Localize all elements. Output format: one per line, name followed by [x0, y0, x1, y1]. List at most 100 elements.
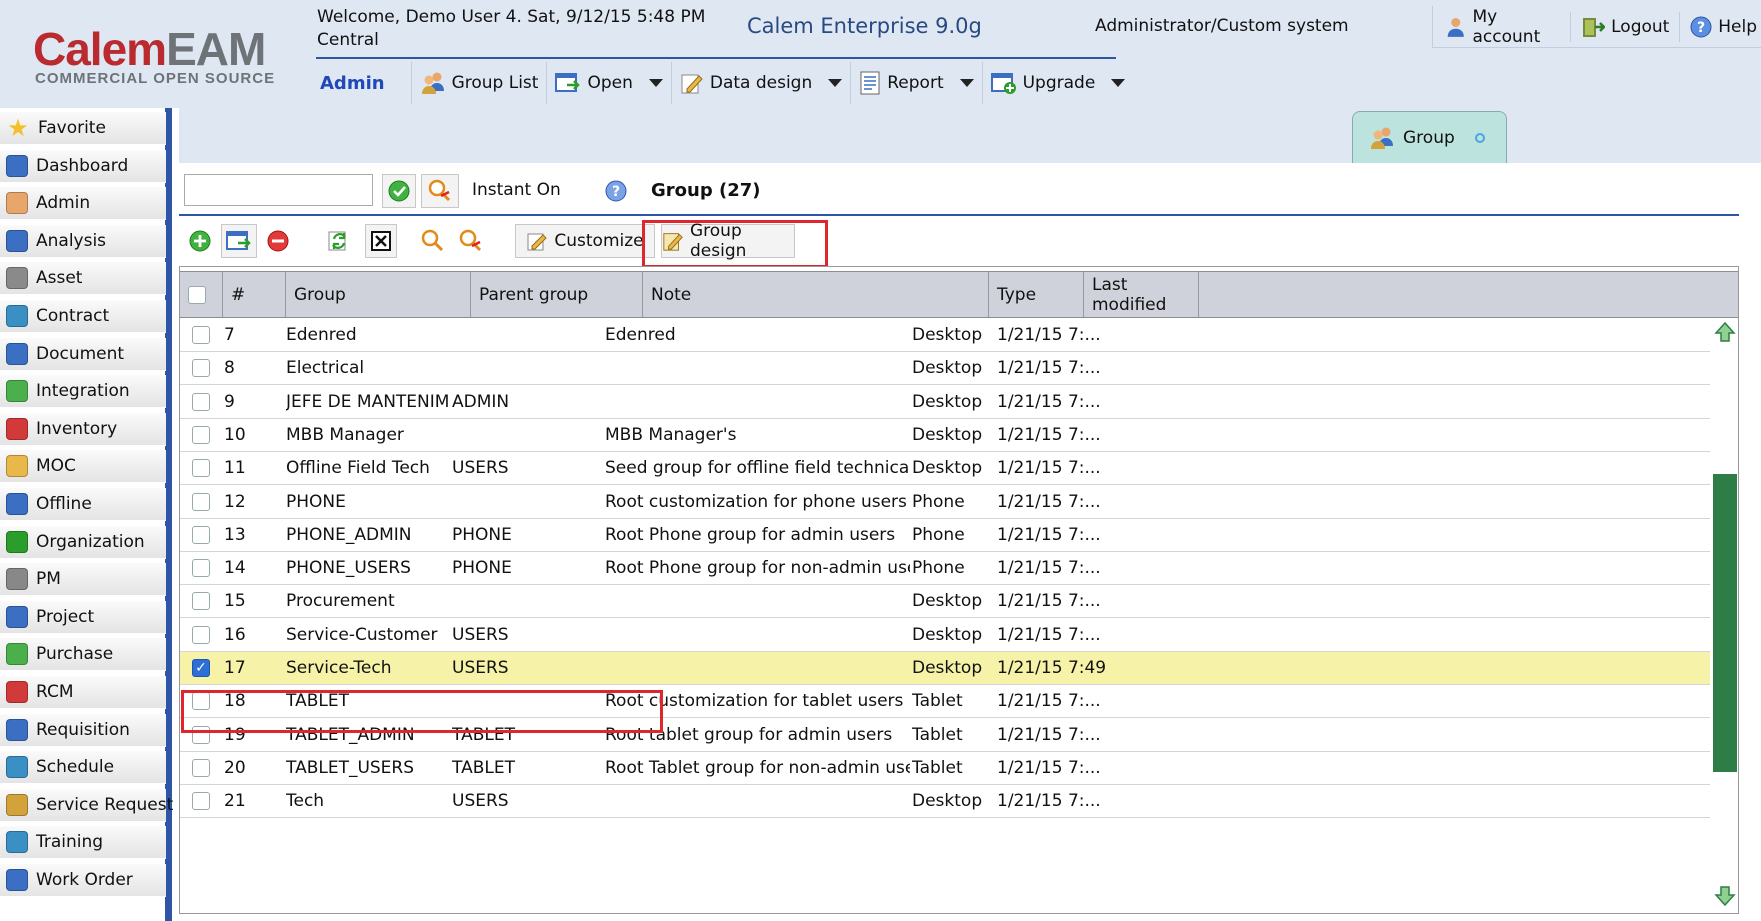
row-checkbox[interactable] [192, 792, 210, 811]
row-checkbox-cell[interactable] [192, 452, 216, 484]
table-row[interactable]: 19 TABLET_ADMIN TABLET Root tablet group fo… [180, 719, 1710, 752]
instant-on-toggle[interactable]: Instant On [472, 180, 561, 200]
row-checkbox-cell[interactable] [192, 719, 216, 751]
sidebar-item-purchase[interactable]: Purchase [0, 638, 166, 672]
col-header-last-modified[interactable]: Last modified [1084, 272, 1199, 317]
logout-link[interactable]: Logout [1577, 15, 1673, 39]
help-link[interactable]: ? Help [1686, 16, 1761, 38]
sidebar-item-project[interactable]: Project [0, 600, 166, 634]
search-clear-button[interactable] [421, 174, 459, 208]
sidebar-item-integration[interactable]: Integration [0, 375, 166, 409]
row-checkbox-cell[interactable] [192, 419, 216, 451]
table-row[interactable]: 20 TABLET_USERS TABLET Root Tablet group fo… [180, 752, 1710, 785]
row-checkbox[interactable] [192, 425, 210, 444]
sidebar-item-document[interactable]: Document [0, 337, 166, 371]
add-button[interactable] [185, 224, 215, 258]
row-checkbox[interactable] [192, 525, 210, 544]
sidebar-item-moc[interactable]: MOC [0, 450, 166, 484]
table-row[interactable]: 13 PHONE_ADMIN PHONE Root Phone group for a… [180, 519, 1710, 552]
sidebar-item-favorite[interactable]: ★ Favorite [0, 112, 166, 145]
open-menu[interactable]: Open [546, 62, 670, 104]
row-checkbox-cell[interactable] [192, 319, 216, 351]
scroll-up-icon[interactable] [1714, 321, 1736, 343]
table-row[interactable]: 8 Electrical Desktop 1/21/15 7:... [180, 352, 1710, 386]
sidebar-item-asset[interactable]: Asset [0, 262, 166, 296]
scroll-down-icon[interactable] [1714, 885, 1736, 907]
row-checkbox[interactable] [192, 625, 210, 644]
row-checkbox[interactable] [192, 492, 210, 511]
row-checkbox[interactable] [192, 725, 210, 744]
row-checkbox-cell[interactable] [192, 386, 216, 418]
table-row[interactable]: ✓ 17 Service-Tech USERS Desktop 1/21/15 7:49 [180, 652, 1710, 685]
sidebar-item-pm[interactable]: PM [0, 563, 166, 597]
group-design-button[interactable]: Group design [661, 221, 795, 261]
sidebar-item-service-request[interactable]: Service Request [0, 788, 173, 822]
row-checkbox-cell[interactable] [192, 519, 216, 551]
delete-button[interactable] [263, 224, 293, 258]
select-all-checkbox[interactable] [188, 285, 206, 304]
data-design-menu[interactable]: Data design [670, 62, 850, 104]
col-header-type[interactable]: Type [989, 272, 1084, 317]
row-checkbox-cell[interactable] [192, 585, 216, 617]
sidebar-item-schedule[interactable]: Schedule [0, 751, 166, 785]
customize-button[interactable]: Customize [515, 224, 655, 258]
vertical-scrollbar[interactable] [1710, 319, 1738, 913]
table-row[interactable]: 9 JEFE DE MANTENIM... ADMIN Desktop 1/21/15 … [180, 386, 1710, 419]
my-account-link[interactable]: My account [1441, 7, 1564, 47]
table-row[interactable]: 21 Tech USERS Desktop 1/21/15 7:... [180, 785, 1710, 819]
search-help-button[interactable]: ? [599, 174, 633, 208]
row-checkbox-cell[interactable] [192, 619, 216, 651]
clear-find-button[interactable] [455, 224, 487, 258]
search-input[interactable] [184, 174, 373, 206]
tab-group[interactable]: Group [1352, 111, 1507, 163]
row-checkbox-cell[interactable] [192, 752, 216, 784]
scroll-thumb[interactable] [1713, 474, 1737, 772]
row-checkbox[interactable]: ✓ [192, 659, 210, 677]
col-header-group[interactable]: Group [286, 272, 471, 317]
row-checkbox-cell[interactable] [192, 352, 216, 384]
header-select-all[interactable] [180, 272, 223, 317]
table-row[interactable]: 18 TABLET Root customization for tablet us… [180, 685, 1710, 719]
col-header-num[interactable]: # [223, 272, 286, 317]
sidebar-item-inventory[interactable]: Inventory [0, 412, 166, 446]
tab-close-icon[interactable] [1474, 132, 1485, 143]
sidebar-item-admin[interactable]: Admin [0, 187, 166, 221]
refresh-button[interactable] [321, 224, 357, 258]
open-record-button[interactable] [221, 224, 257, 258]
sidebar-item-training[interactable]: Training [0, 826, 166, 860]
row-checkbox-cell[interactable]: ✓ [192, 652, 216, 684]
row-checkbox-cell[interactable] [192, 486, 216, 518]
sidebar-item-rcm[interactable]: RCM [0, 676, 166, 709]
sidebar-item-dashboard[interactable]: Dashboard [0, 149, 166, 183]
col-header-note[interactable]: Note [643, 272, 989, 317]
table-row[interactable]: 16 Service-Customer USERS Desktop 1/21/15 7:… [180, 619, 1710, 652]
upgrade-menu[interactable]: Upgrade [981, 62, 1134, 104]
row-checkbox[interactable] [192, 359, 210, 378]
group-list-button[interactable]: Group List [410, 62, 547, 104]
row-checkbox[interactable] [192, 392, 210, 411]
search-go-button[interactable] [382, 174, 416, 208]
row-checkbox[interactable] [192, 559, 210, 578]
sidebar-item-requisition[interactable]: Requisition [0, 713, 166, 747]
sidebar-item-contract[interactable]: Contract [0, 300, 166, 333]
close-results-button[interactable] [365, 224, 397, 258]
report-menu[interactable]: Report [850, 62, 981, 104]
table-row[interactable]: 10 MBB Manager MBB Manager's Desktop 1/21/15… [180, 419, 1710, 452]
table-row[interactable]: 12 PHONE Root customization for phone user… [180, 486, 1710, 519]
row-checkbox[interactable] [192, 692, 210, 711]
sidebar-item-organization[interactable]: Organization [0, 525, 166, 559]
row-checkbox[interactable] [192, 758, 210, 777]
table-row[interactable]: 11 Offline Field Tech USERS Seed group for … [180, 452, 1710, 486]
sidebar-item-analysis[interactable]: Analysis [0, 224, 166, 258]
find-button[interactable] [417, 224, 449, 258]
table-row[interactable]: 14 PHONE_USERS PHONE Root Phone group for n… [180, 552, 1710, 586]
row-checkbox[interactable] [192, 592, 210, 611]
row-checkbox-cell[interactable] [192, 552, 216, 584]
sidebar-item-offline[interactable]: Offline [0, 488, 166, 521]
col-header-parent[interactable]: Parent group [471, 272, 643, 317]
row-checkbox[interactable] [192, 459, 210, 478]
row-checkbox[interactable] [192, 326, 210, 344]
table-row[interactable]: 7 Edenred Edenred Desktop 1/21/15 7:... [180, 319, 1710, 352]
row-checkbox-cell[interactable] [192, 685, 216, 717]
sidebar-item-work-order[interactable]: Work Order [0, 864, 166, 897]
